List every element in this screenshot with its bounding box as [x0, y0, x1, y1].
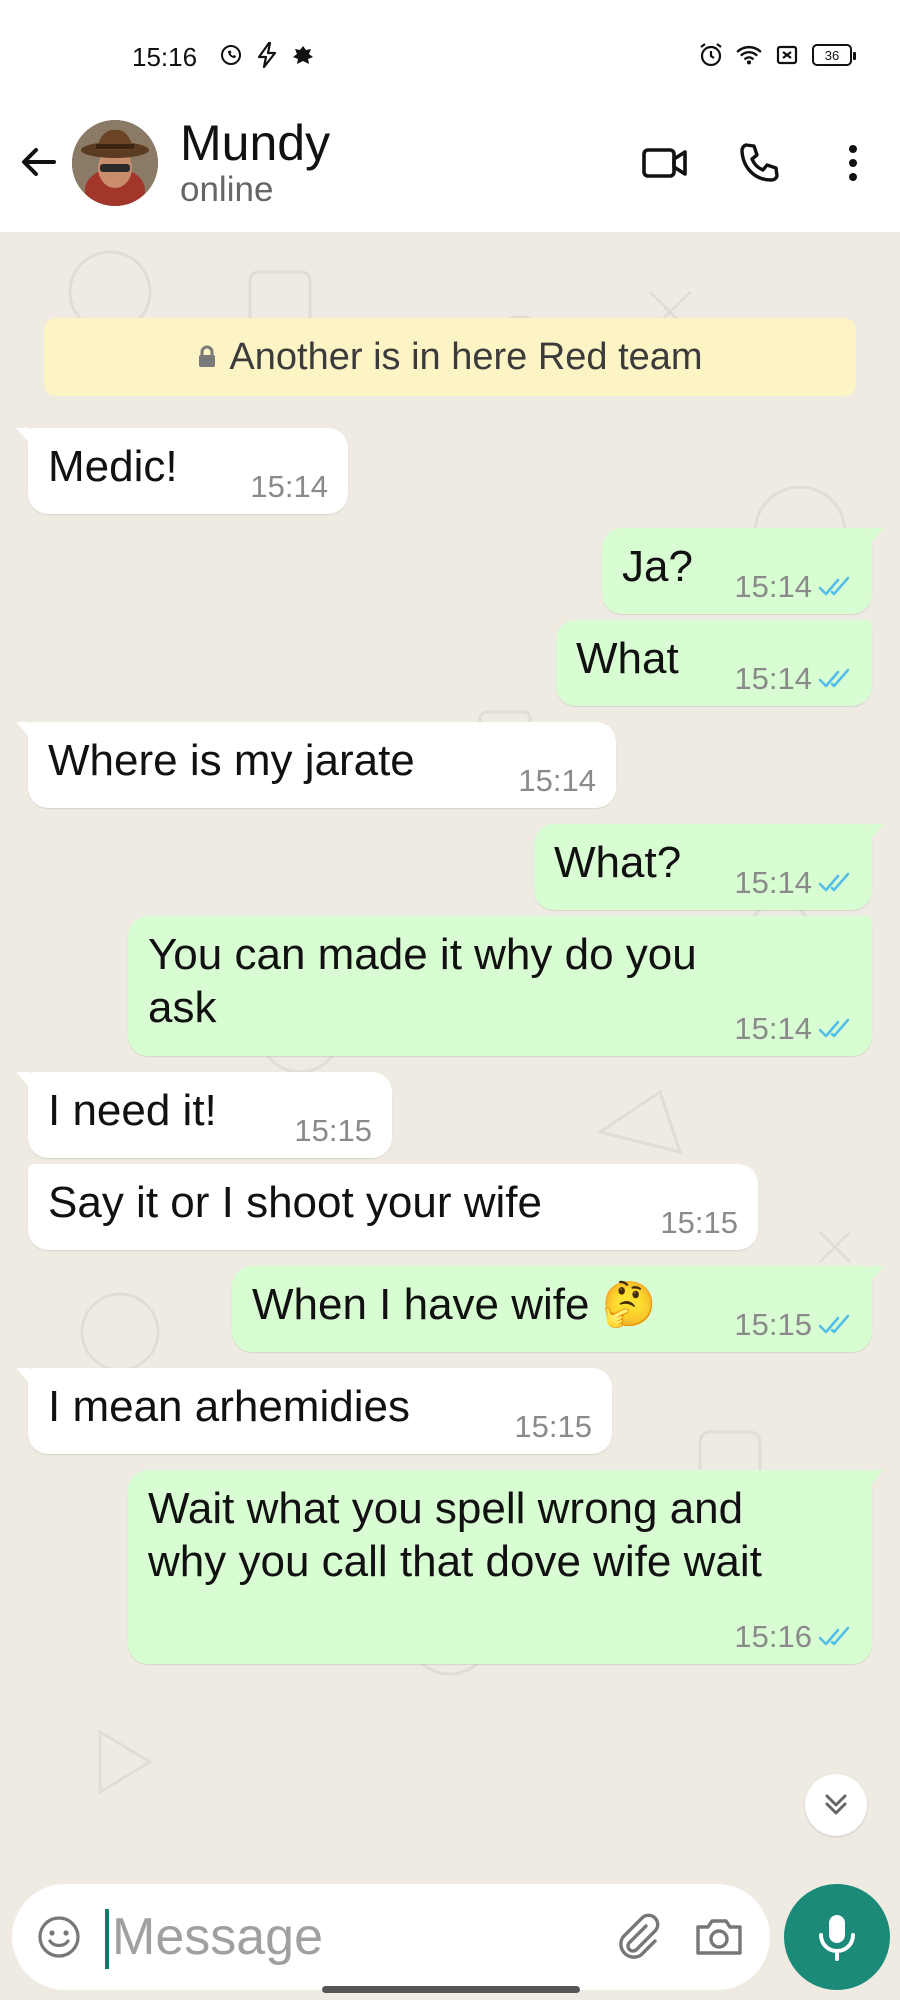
- bubble-tail: [870, 824, 884, 840]
- message-time: 15:15: [660, 1205, 738, 1240]
- wifi-icon: [736, 42, 762, 68]
- message-text: What: [576, 634, 679, 683]
- message-meta: 15:15: [660, 1207, 738, 1238]
- status-time: 15:16: [132, 42, 198, 72]
- message-meta: 15:15: [734, 1309, 852, 1340]
- message-meta: 15:16: [734, 1621, 852, 1652]
- microphone-icon: [819, 1915, 855, 1961]
- message-bubble-incoming[interactable]: I mean arhemidies 15:15: [16, 1368, 612, 1454]
- bubble-tail: [870, 1266, 884, 1282]
- status-bar: 15:16 36: [0, 0, 900, 110]
- message-meta: 15:15: [294, 1115, 372, 1146]
- message-meta: 15:14: [734, 663, 852, 694]
- status-right-icons: 36: [698, 42, 856, 68]
- voice-message-button[interactable]: [784, 1884, 890, 1990]
- message-meta: 15:15: [514, 1411, 592, 1442]
- read-receipt-icon: [818, 1626, 850, 1645]
- chat-area[interactable]: Another is in here Red team Medic! 15:14…: [0, 232, 900, 1876]
- read-receipt-icon: [818, 1018, 850, 1037]
- message-text: What?: [554, 838, 682, 887]
- bubble-tail: [16, 722, 30, 738]
- bubble-tail: [16, 1072, 30, 1088]
- message-text: I need it!: [48, 1086, 217, 1135]
- message-time: 15:15: [514, 1409, 592, 1444]
- status-left-icons: [218, 42, 316, 68]
- read-receipt-icon: [818, 872, 850, 891]
- message-text: You can made it why do you ask: [148, 930, 697, 1032]
- back-arrow-icon[interactable]: [16, 140, 60, 184]
- message-time: 15:14: [250, 469, 328, 504]
- message-text: Where is my jarate: [48, 736, 415, 785]
- double-chevron-down-icon: [825, 1794, 847, 1815]
- scroll-to-bottom-button[interactable]: [805, 1774, 867, 1836]
- message-bubble-incoming[interactable]: Say it or I shoot your wife 15:15: [28, 1164, 758, 1250]
- message-time: 15:15: [294, 1113, 372, 1148]
- read-receipt-icon: [818, 668, 850, 687]
- camera-icon[interactable]: [692, 1910, 746, 1964]
- text-cursor: [105, 1909, 109, 1969]
- message-text: When I have wife 🤔: [252, 1280, 657, 1329]
- message-meta: 15:14: [734, 571, 852, 602]
- contact-name[interactable]: Mundy: [180, 114, 330, 172]
- message-bubble-outgoing[interactable]: When I have wife 🤔 15:15: [232, 1266, 884, 1352]
- message-bubble-outgoing[interactable]: Wait what you spell wrong and why you ca…: [128, 1470, 884, 1664]
- message-bubble-outgoing[interactable]: Ja? 15:14: [602, 528, 884, 614]
- message-time: 15:14: [734, 661, 812, 696]
- message-bubble-outgoing[interactable]: What 15:14: [556, 620, 872, 706]
- message-text: I mean arhemidies: [48, 1382, 410, 1431]
- message-text: Medic!: [48, 442, 178, 491]
- message-text: Ja?: [622, 542, 693, 591]
- chat-header: Mundy online: [0, 110, 900, 232]
- message-meta: 15:14: [518, 765, 596, 796]
- message-bubble-incoming[interactable]: Medic! 15:14: [16, 428, 348, 514]
- attach-icon[interactable]: [612, 1910, 664, 1962]
- message-text: Wait what you spell wrong and why you ca…: [148, 1484, 762, 1586]
- bubble-tail: [870, 1470, 884, 1486]
- alarm-icon: [698, 42, 724, 68]
- bubble-tail: [16, 428, 30, 444]
- message-time: 15:15: [734, 1307, 812, 1342]
- message-composer: [12, 1884, 770, 1990]
- contact-status: online: [180, 170, 274, 209]
- message-meta: 15:14: [734, 867, 852, 898]
- bubble-tail: [870, 528, 884, 544]
- message-bubble-outgoing[interactable]: What? 15:14: [534, 824, 884, 910]
- app-icon: [290, 42, 316, 68]
- bubble-tail: [16, 1368, 30, 1384]
- message-input[interactable]: [112, 1902, 592, 1972]
- banner-text: Another is in here Red team: [229, 335, 703, 378]
- no-sim-icon: [774, 42, 800, 68]
- read-receipt-icon: [818, 1314, 850, 1333]
- avatar[interactable]: [72, 120, 158, 206]
- more-options-icon[interactable]: [828, 138, 878, 188]
- emoji-icon[interactable]: [34, 1912, 84, 1962]
- message-time: 15:16: [734, 1619, 812, 1654]
- message-time: 15:14: [734, 865, 812, 900]
- message-time: 15:14: [734, 1011, 812, 1046]
- message-time: 15:14: [734, 569, 812, 604]
- message-bubble-incoming[interactable]: Where is my jarate 15:14: [16, 722, 616, 808]
- message-meta: 15:14: [250, 471, 328, 502]
- message-meta: 15:14: [734, 1013, 852, 1044]
- home-indicator[interactable]: [322, 1986, 580, 1993]
- flash-icon: [254, 42, 280, 68]
- lock-icon: [199, 345, 216, 367]
- message-time: 15:14: [518, 763, 596, 798]
- message-bubble-outgoing[interactable]: You can made it why do you ask 15:14: [128, 916, 872, 1056]
- whatsapp-icon: [218, 42, 244, 68]
- read-receipt-icon: [818, 576, 850, 595]
- video-call-icon[interactable]: [640, 138, 690, 188]
- message-bubble-incoming[interactable]: I need it! 15:15: [16, 1072, 392, 1158]
- encryption-banner[interactable]: Another is in here Red team: [44, 318, 856, 396]
- battery-icon: 36: [812, 44, 856, 66]
- voice-call-icon[interactable]: [735, 138, 785, 188]
- message-text: Say it or I shoot your wife: [48, 1178, 542, 1227]
